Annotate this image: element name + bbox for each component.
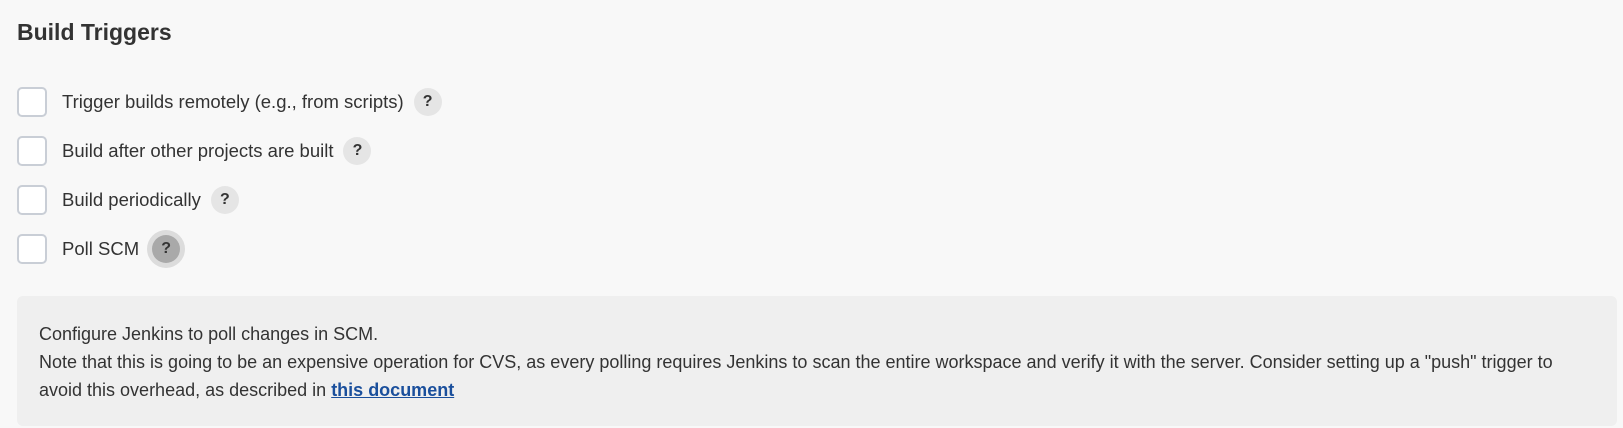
poll-scm-help-panel: Configure Jenkins to poll changes in SCM… bbox=[17, 296, 1617, 426]
poll-scm-option: Poll SCM ? bbox=[17, 229, 181, 269]
build-triggers-section: Build Triggers Trigger builds remotely (… bbox=[0, 0, 1623, 428]
trigger-remote-option: Trigger builds remotely (e.g., from scri… bbox=[17, 82, 442, 122]
poll-scm-help-button[interactable]: ? bbox=[152, 235, 181, 263]
help-text-line2: Note that this is going to be an expensi… bbox=[39, 348, 1595, 404]
poll-scm-checkbox[interactable] bbox=[17, 234, 47, 264]
poll-scm-label[interactable]: Poll SCM bbox=[62, 238, 139, 260]
trigger-remote-help-button[interactable]: ? bbox=[413, 88, 442, 116]
help-text-line1: Configure Jenkins to poll changes in SCM… bbox=[39, 324, 379, 344]
build-after-other-help-button[interactable]: ? bbox=[343, 137, 372, 165]
build-after-other-checkbox[interactable] bbox=[17, 136, 47, 166]
help-text-note: Note that this is going to be an expensi… bbox=[39, 352, 1553, 400]
build-periodically-option: Build periodically ? bbox=[17, 180, 239, 220]
build-periodically-label[interactable]: Build periodically bbox=[62, 189, 201, 211]
build-periodically-checkbox[interactable] bbox=[17, 185, 47, 215]
trigger-remote-label[interactable]: Trigger builds remotely (e.g., from scri… bbox=[62, 91, 404, 113]
build-after-other-option: Build after other projects are built ? bbox=[17, 131, 372, 171]
build-periodically-help-button[interactable]: ? bbox=[210, 186, 239, 214]
build-after-other-label[interactable]: Build after other projects are built bbox=[62, 140, 333, 162]
trigger-remote-checkbox[interactable] bbox=[17, 87, 47, 117]
this-document-link[interactable]: this document bbox=[331, 380, 454, 400]
section-title: Build Triggers bbox=[17, 19, 172, 45]
